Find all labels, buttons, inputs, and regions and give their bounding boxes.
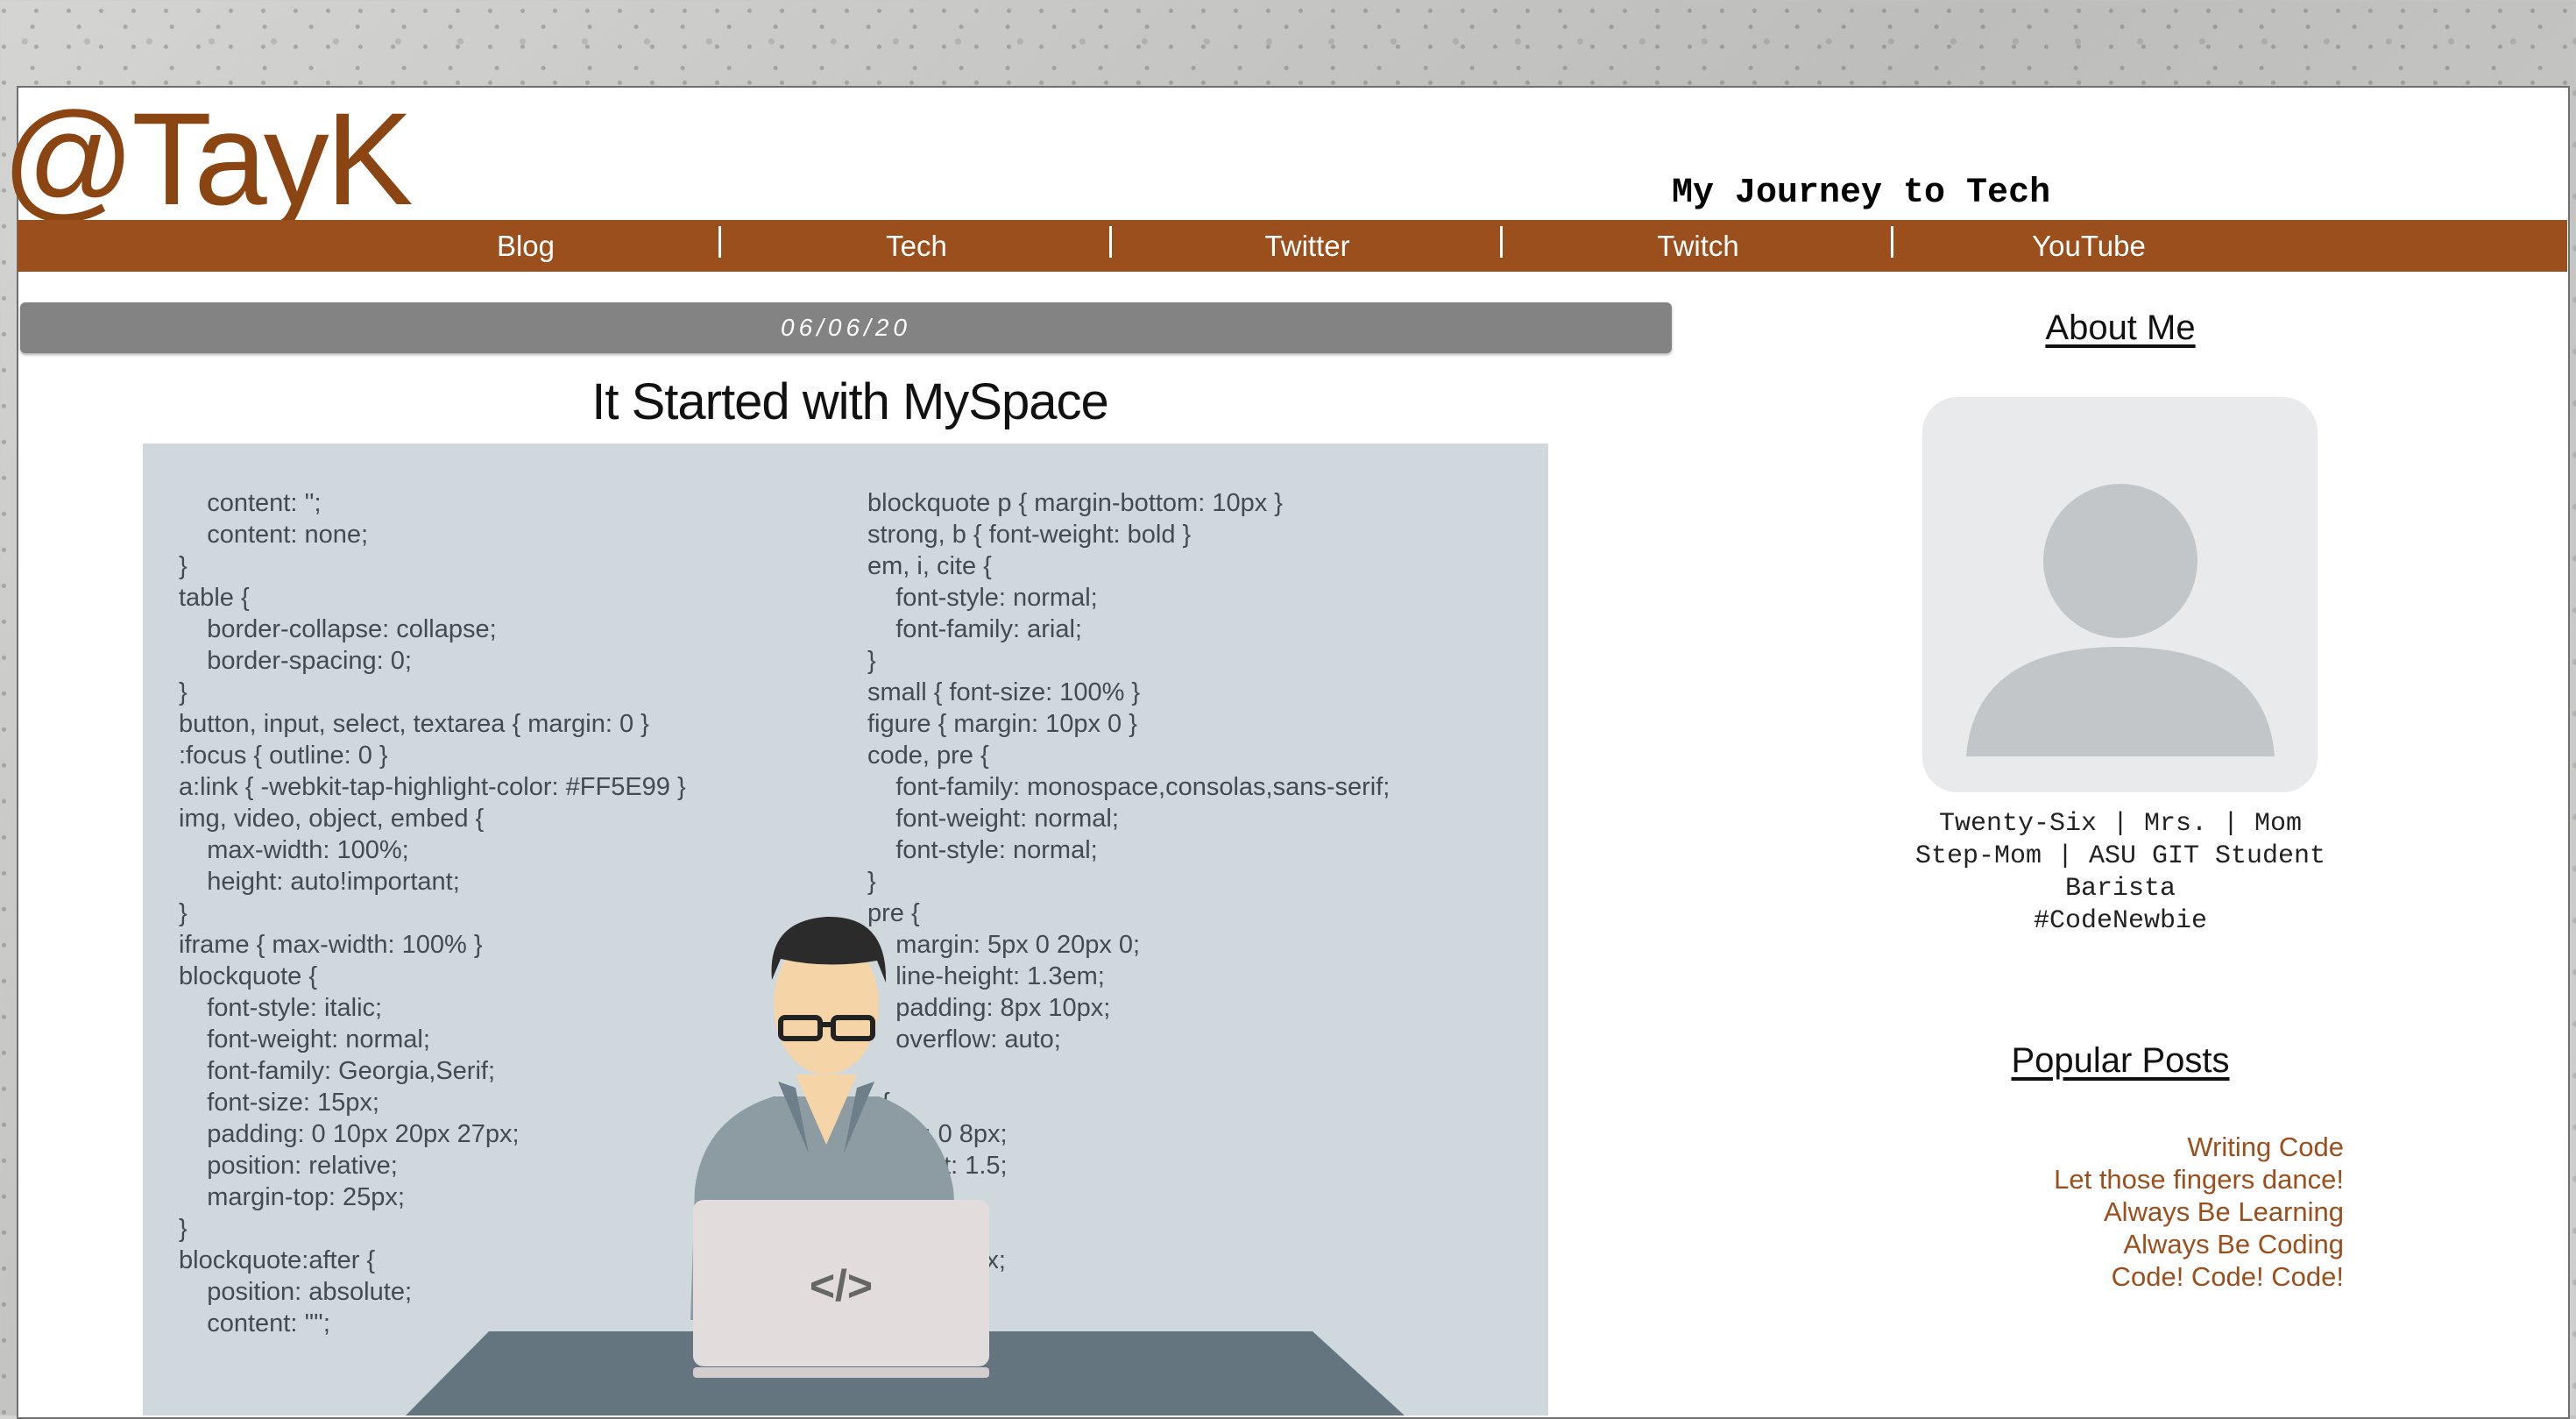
developer-illustration: </> bbox=[406, 916, 1405, 1415]
about-line: Step-Mom | ASU GIT Student bbox=[1914, 841, 2326, 871]
laptop-code-icon: </> bbox=[810, 1261, 873, 1310]
popular-post-link[interactable]: Code! Code! Code! bbox=[1840, 1260, 2344, 1293]
post-featured-image: content: ''; content: none; } table { bo… bbox=[143, 443, 1548, 1415]
nav-item-youtube[interactable]: YouTube bbox=[1893, 230, 2284, 263]
about-line: #CodeNewbie bbox=[2033, 906, 2208, 936]
popular-posts-list: Writing Code Let those fingers dance! Al… bbox=[1840, 1131, 2344, 1293]
about-line: Barista bbox=[2064, 874, 2176, 904]
nav-item-tech[interactable]: Tech bbox=[721, 225, 1112, 263]
avatar-placeholder-icon bbox=[1922, 397, 2318, 792]
popular-post-link[interactable]: Always Be Coding bbox=[1840, 1228, 2344, 1260]
main-nav: Blog Tech Twitter Twitch YouTube bbox=[18, 220, 2567, 272]
nav-item-blog[interactable]: Blog bbox=[330, 225, 721, 263]
post-date: 06/06/20 bbox=[781, 314, 911, 341]
about-me-text: Twenty-Six | Mrs. | Mom Step-Mom | ASU G… bbox=[1770, 808, 2471, 938]
site-logo[interactable]: @TayK bbox=[2, 93, 414, 224]
popular-post-link[interactable]: Writing Code bbox=[1840, 1131, 2344, 1163]
post-title[interactable]: It Started with MySpace bbox=[0, 372, 1700, 431]
site-tagline: My Journey to Tech bbox=[1672, 174, 2051, 213]
popular-post-link[interactable]: Always Be Learning bbox=[1840, 1196, 2344, 1228]
popular-post-link[interactable]: Let those fingers dance! bbox=[1840, 1163, 2344, 1196]
post-date-bar: 06/06/20 bbox=[20, 302, 1672, 353]
popular-posts-heading: Popular Posts bbox=[2011, 1041, 2230, 1080]
nav-item-twitter[interactable]: Twitter bbox=[1112, 225, 1503, 263]
nav-item-twitch[interactable]: Twitch bbox=[1503, 225, 1893, 263]
about-me-heading: About Me bbox=[2045, 309, 2196, 347]
about-line: Twenty-Six | Mrs. | Mom bbox=[1938, 809, 2303, 839]
